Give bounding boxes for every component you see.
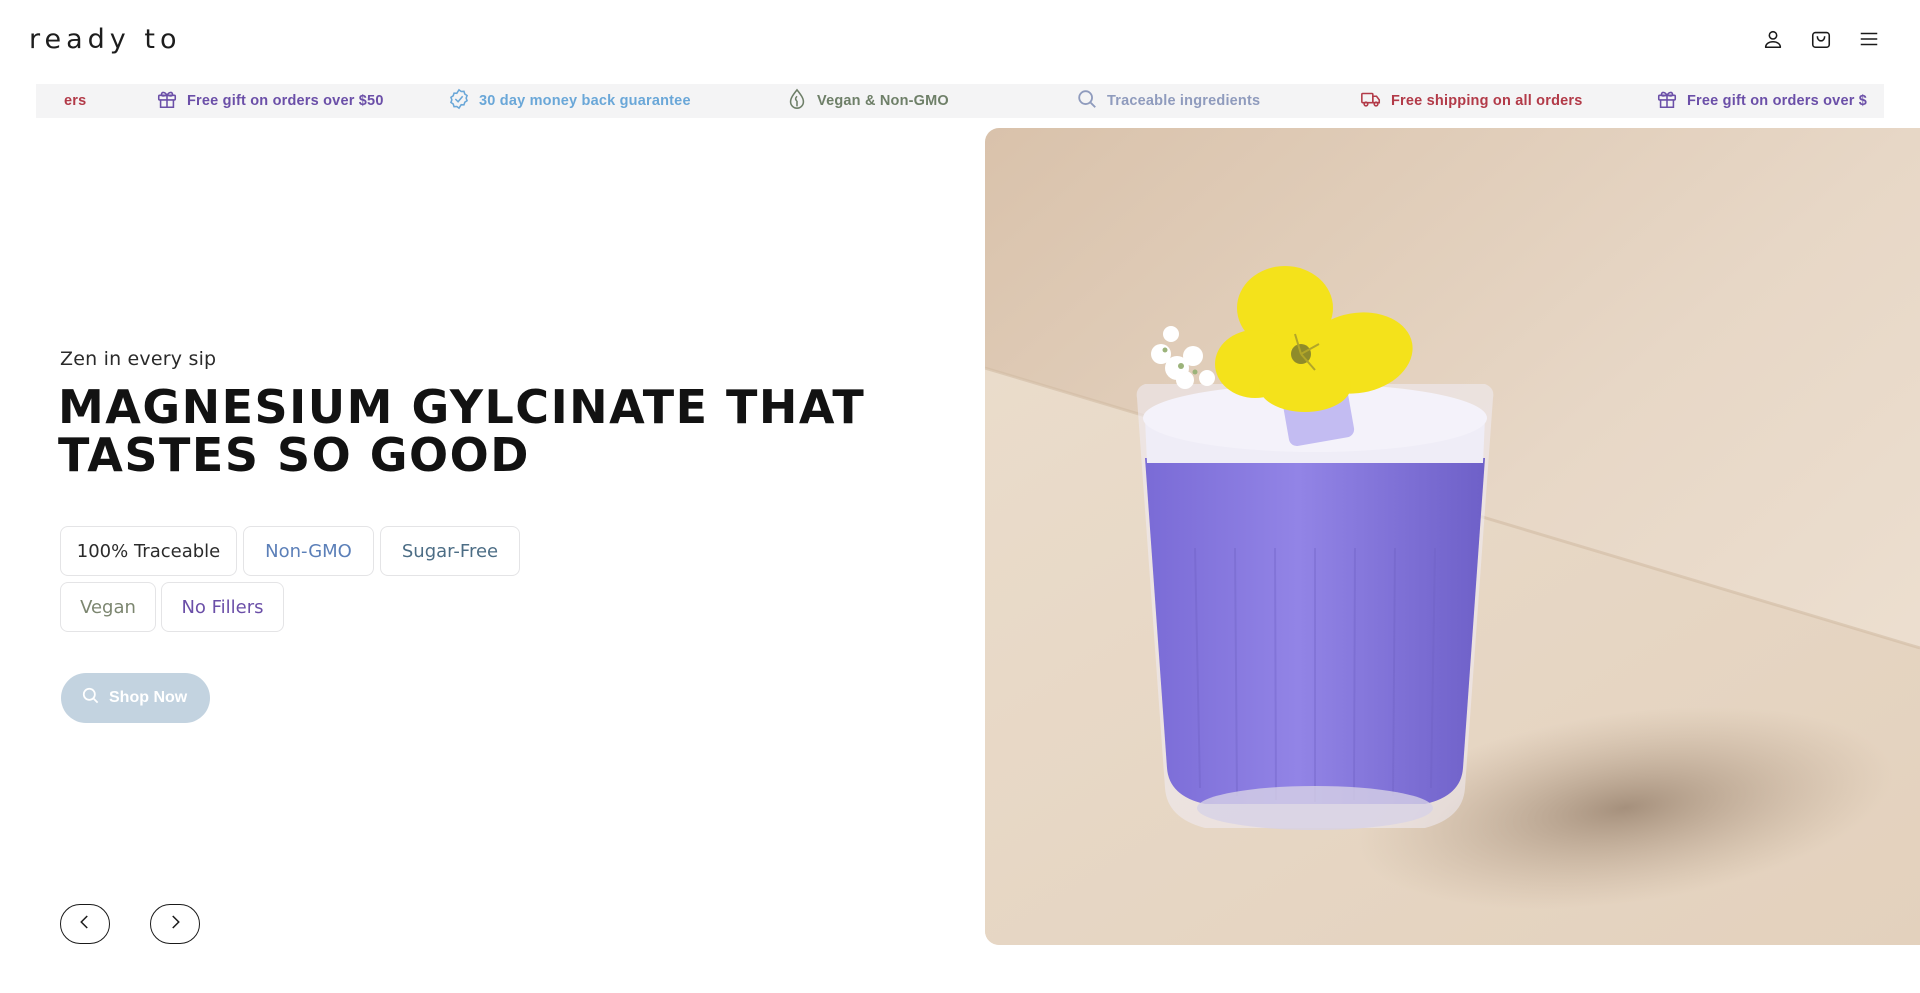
truck-icon (1360, 88, 1382, 114)
carousel-prev-button[interactable] (60, 904, 110, 944)
tag-no-fillers: No Fillers (161, 582, 284, 632)
ribbon-label: 30 day money back guarantee (479, 93, 691, 109)
ribbon-label: Vegan & Non-GMO (817, 93, 949, 109)
ribbon-item-guarantee: 30 day money back guarantee (448, 84, 691, 118)
chevron-right-icon (166, 913, 184, 936)
ribbon-label: ers (64, 93, 87, 109)
ribbon-item-shipping-partial: ers (64, 84, 86, 118)
search-icon (1076, 88, 1098, 114)
tag-sugar-free: Sugar-Free (380, 526, 520, 576)
ribbon-item-gift-repeat: Free gift on orders over $ (1656, 84, 1867, 118)
leaf-drop-icon (786, 88, 808, 114)
shop-now-label: Shop Now (109, 689, 188, 706)
ribbon-label: Traceable ingredients (1107, 93, 1261, 109)
search-icon (81, 686, 100, 710)
brand-logo[interactable]: ready to (29, 24, 181, 55)
header-actions (1760, 26, 1882, 52)
account-icon[interactable] (1760, 26, 1786, 52)
ribbon-label: Free shipping on all orders (1391, 93, 1583, 109)
ribbon-item-traceable: Traceable ingredients (1076, 84, 1260, 118)
site-header: ready to (0, 0, 1920, 84)
chevron-left-icon (76, 913, 94, 936)
hero-headline: MAGNESIUM GYLCINATE THAT TASTES SO GOOD (58, 380, 866, 482)
hero-eyebrow: Zen in every sip (60, 348, 217, 370)
announcement-ribbon: ers Free gift on orders over $50 30 day … (36, 84, 1884, 118)
ribbon-label: Free gift on orders over $50 (187, 93, 384, 109)
shop-now-button[interactable]: Shop Now (61, 673, 210, 723)
menu-icon[interactable] (1856, 26, 1882, 52)
hero-product-image (985, 128, 1920, 945)
tag-traceable: 100% Traceable (60, 526, 237, 576)
tag-vegan: Vegan (60, 582, 156, 632)
badge-check-icon (448, 88, 470, 114)
tag-non-gmo: Non-GMO (243, 526, 374, 576)
cart-icon[interactable] (1808, 26, 1834, 52)
ribbon-label: Free gift on orders over $ (1687, 93, 1868, 109)
carousel-next-button[interactable] (150, 904, 200, 944)
ribbon-item-gift: Free gift on orders over $50 (156, 84, 384, 118)
ribbon-item-shipping: Free shipping on all orders (1360, 84, 1583, 118)
ribbon-item-vegan: Vegan & Non-GMO (786, 84, 949, 118)
gift-icon (1656, 88, 1678, 114)
gift-icon (156, 88, 178, 114)
